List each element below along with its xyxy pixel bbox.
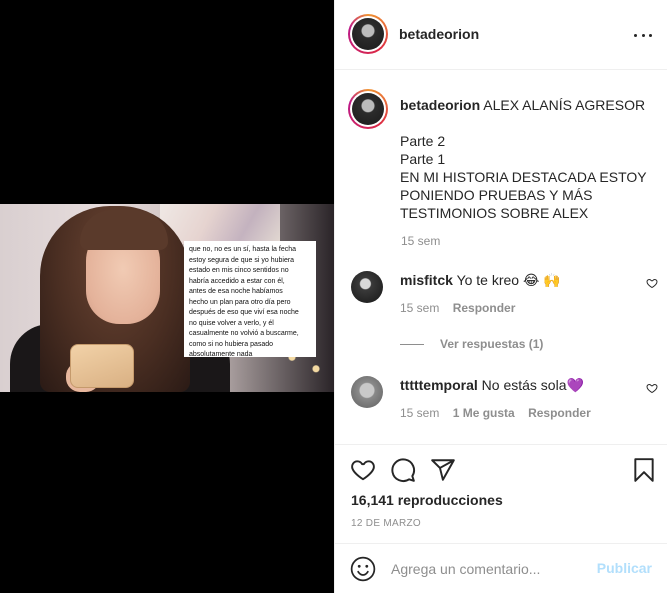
overlay-line: estoy segura de que si yo hubiera [189, 256, 295, 264]
overlay-line: estado en mis cinco sentidos no [189, 267, 289, 274]
caption-timestamp[interactable]: 15 sem [401, 234, 440, 248]
caption-text: betadeorion ALEX ALANÍS AGRESOR Parte 2 … [400, 96, 658, 222]
caption-line: Parte 2 [400, 133, 446, 149]
comment-bubble-icon[interactable] [390, 457, 416, 483]
publish-button[interactable]: Publicar [597, 560, 652, 576]
post-header: betadeorion [335, 0, 667, 70]
overlay-line: absolutamente nada [189, 351, 253, 358]
overlay-line: después de eso que viví esa noche [189, 309, 299, 316]
comment-input[interactable] [391, 557, 591, 581]
comment-timestamp[interactable]: 15 sem [400, 301, 439, 315]
comment-body: tttttemporal No estás sola💜 [400, 376, 584, 394]
comment-text: No estás sola💜 [481, 377, 584, 393]
comment-avatar[interactable] [351, 271, 383, 303]
phone-in-hand [70, 344, 134, 388]
caption-username[interactable]: betadeorion [400, 97, 480, 113]
overlay-line: no quise volver a verlo, y él [189, 319, 274, 327]
post-media[interactable]: que no, no es un sí, hasta la fecha esto… [0, 0, 334, 593]
caption-line: EN MI HISTORIA DESTACADA ESTOY [400, 169, 647, 185]
comment-text: Yo te kreo 😂 🙌 [456, 272, 561, 288]
caption-line: PONIENDO PRUEBAS Y MÁS [400, 187, 593, 203]
more-options-icon[interactable] [634, 26, 652, 44]
caption-author-avatar[interactable] [348, 89, 388, 129]
view-replies-label: Ver respuestas (1) [440, 337, 544, 351]
comment-meta: 15 sem 1 Me gusta Responder [400, 406, 591, 420]
comment-meta: 15 sem Responder [400, 301, 515, 315]
caption-title: ALEX ALANÍS AGRESOR [483, 97, 646, 113]
overlay-line: antes de esa noche habíamos [189, 288, 283, 295]
post-sidebar: betadeorion betadeorion ALEX ALANÍS AGRE… [334, 0, 667, 593]
like-comment-heart-icon[interactable] [646, 382, 658, 394]
comment-avatar[interactable] [351, 376, 383, 408]
caption-line: Parte 1 [400, 151, 446, 167]
author-username[interactable]: betadeorion [399, 26, 479, 42]
caption-line: TESTIMONIOS SOBRE ALEX [400, 205, 589, 221]
comment-body: misfitck Yo te kreo 😂 🙌 [400, 271, 561, 289]
overlay-line: como si no hubiera pasado [189, 340, 274, 348]
reply-button[interactable]: Responder [528, 406, 591, 420]
reply-button[interactable]: Responder [453, 301, 516, 315]
save-bookmark-icon[interactable] [631, 457, 657, 483]
emoji-smile-icon[interactable] [350, 556, 376, 582]
overlay-line: hecho un plan para otro día pero [189, 298, 291, 306]
overlay-line: habría accedido a estar con él, [189, 277, 285, 285]
overlay-line: casualmente no volvió a buscarme, [189, 330, 299, 337]
add-comment-bar: Publicar [335, 543, 667, 593]
post-date[interactable]: 12 DE MARZO [351, 518, 421, 529]
overlay-line: que no, no es un sí, hasta la fecha [189, 246, 297, 253]
like-comment-heart-icon[interactable] [646, 277, 658, 289]
comment-username[interactable]: tttttemporal [400, 377, 478, 393]
comment-likes-count[interactable]: 1 Me gusta [453, 406, 515, 420]
comment-timestamp[interactable]: 15 sem [400, 406, 439, 420]
video-text-overlay: que no, no es un sí, hasta la fecha esto… [184, 241, 316, 358]
video-player[interactable]: que no, no es un sí, hasta la fecha esto… [0, 204, 334, 392]
view-replies-button[interactable]: Ver respuestas (1) [400, 337, 543, 351]
author-avatar[interactable] [348, 14, 388, 54]
view-count[interactable]: 16,141 reproducciones [351, 492, 503, 508]
post-actions: 16,141 reproducciones 12 DE MARZO [335, 444, 667, 544]
person-bangs [80, 210, 168, 250]
comment-username[interactable]: misfitck [400, 272, 453, 288]
share-paper-plane-icon[interactable] [430, 457, 456, 483]
like-heart-icon[interactable] [350, 457, 376, 483]
replies-divider [400, 343, 424, 345]
